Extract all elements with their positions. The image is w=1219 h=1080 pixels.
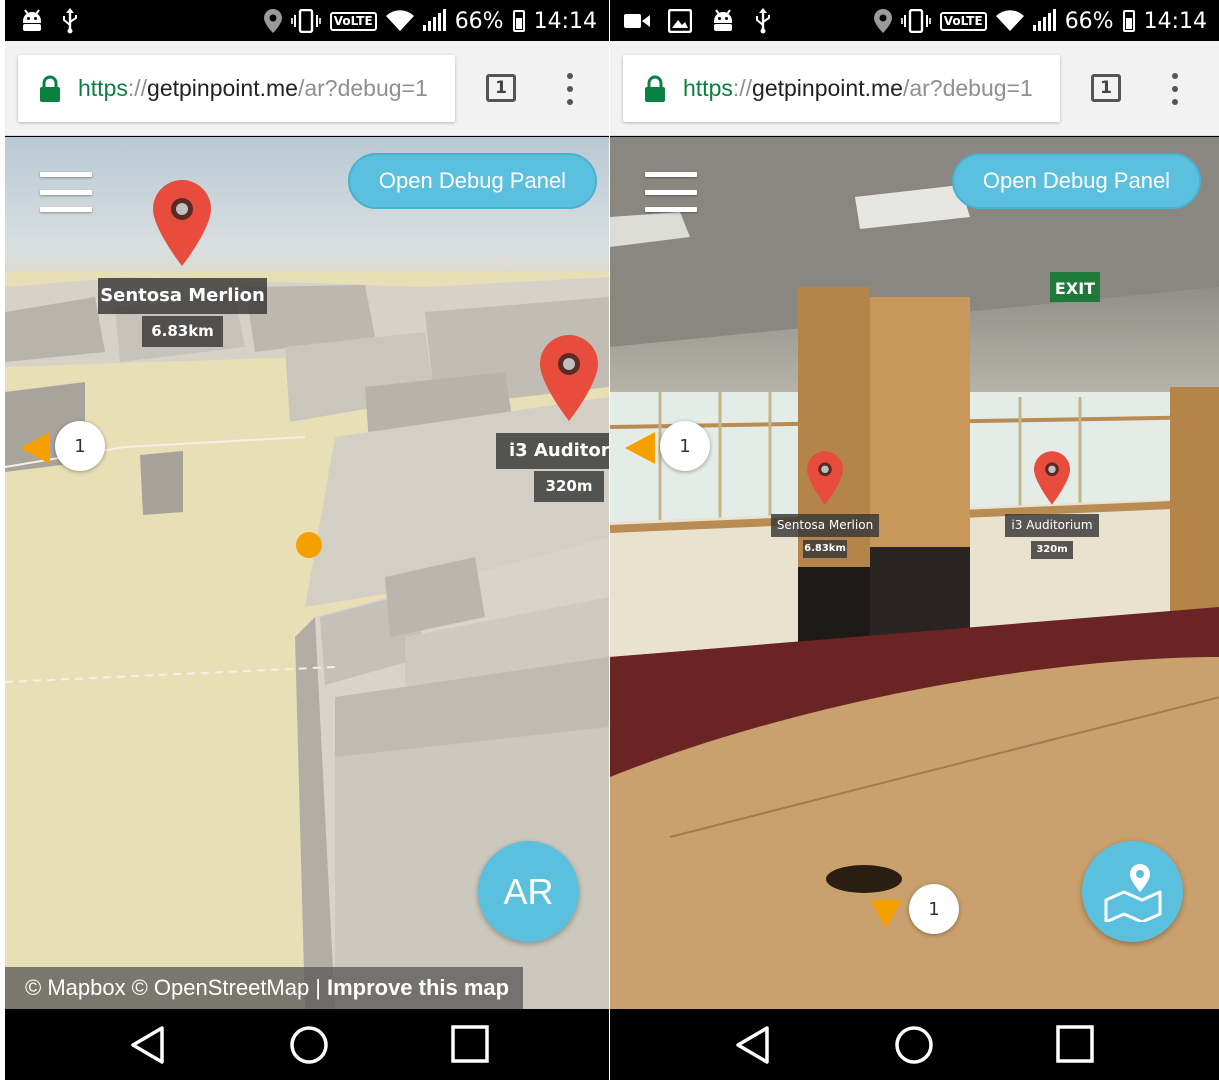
- battery-percent: 66%: [1064, 8, 1114, 34]
- status-bar: VoLTE 66% 14:14: [610, 0, 1219, 41]
- offscreen-count-badge[interactable]: 1: [55, 421, 105, 471]
- offscreen-arrow-down-icon: [870, 900, 902, 928]
- pin-label-distance: 320m: [1031, 541, 1073, 559]
- tab-switcher-button[interactable]: 1: [486, 74, 516, 102]
- back-icon[interactable]: [734, 1025, 772, 1065]
- ar-mode-button[interactable]: AR: [478, 841, 579, 942]
- improve-map-link[interactable]: Improve this map: [327, 975, 509, 1001]
- open-debug-panel-button[interactable]: Open Debug Panel: [348, 153, 597, 209]
- osm-attribution-link[interactable]: © OpenStreetMap: [132, 975, 310, 1001]
- offscreen-arrow-left-icon: [20, 432, 50, 464]
- android-icon: [23, 9, 41, 31]
- url-path: /ar?debug=1: [297, 75, 428, 101]
- pin-label-distance: 320m: [534, 471, 604, 502]
- map-view[interactable]: Open Debug Panel Sentosa Merlion 6.83km …: [5, 137, 609, 1009]
- offscreen-arrow-left-icon: [625, 432, 655, 464]
- more-menu-icon[interactable]: [1170, 73, 1180, 105]
- pin-label-name[interactable]: Sentosa Merlion: [771, 514, 879, 537]
- volte-badge: VoLTE: [939, 11, 987, 31]
- url-bar[interactable]: https://getpinpoint.me/ar?debug=1: [18, 55, 455, 122]
- map-mode-button[interactable]: [1082, 841, 1183, 942]
- url-separator: ://: [732, 75, 753, 101]
- exit-sign-text: EXIT: [1055, 279, 1095, 298]
- back-icon[interactable]: [129, 1025, 167, 1065]
- offscreen-count-badge[interactable]: 1: [660, 421, 710, 471]
- url-scheme: https: [78, 75, 128, 101]
- ar-mode-label: AR: [503, 870, 554, 912]
- map-pin-icon[interactable]: [1034, 451, 1070, 505]
- more-menu-icon[interactable]: [565, 73, 575, 105]
- lock-icon: [40, 75, 60, 102]
- battery-percent: 66%: [454, 8, 504, 34]
- url-bar[interactable]: https://getpinpoint.me/ar?debug=1: [623, 55, 1060, 122]
- pin-label-name[interactable]: Sentosa Merlion: [98, 278, 267, 314]
- menu-button[interactable]: [645, 172, 697, 212]
- clock: 14:14: [533, 8, 597, 34]
- pin-label-distance: 6.83km: [142, 316, 223, 347]
- url-separator: ://: [127, 75, 148, 101]
- phone-screen-map: VoLTE 66% 14:14 https://getpinpoint.me/a…: [5, 0, 609, 1080]
- mapbox-attribution-link[interactable]: © Mapbox: [25, 975, 126, 1001]
- volte-badge: VoLTE: [329, 11, 377, 31]
- recents-icon[interactable]: [1056, 1025, 1094, 1063]
- url-host: getpinpoint.me: [752, 75, 903, 101]
- browser-toolbar: https://getpinpoint.me/ar?debug=1 1: [610, 41, 1219, 136]
- wifi-icon: [995, 10, 1024, 32]
- offscreen-count-badge[interactable]: 1: [909, 884, 959, 934]
- signal-icon: [1032, 9, 1056, 31]
- pin-label-name[interactable]: i3 Auditorium: [1005, 514, 1099, 537]
- open-debug-panel-button[interactable]: Open Debug Panel: [952, 153, 1201, 209]
- recents-icon[interactable]: [451, 1025, 489, 1063]
- map-pin-icon[interactable]: [540, 335, 598, 421]
- url-path: /ar?debug=1: [902, 75, 1033, 101]
- menu-button[interactable]: [40, 172, 92, 212]
- location-icon: [873, 9, 892, 33]
- browser-toolbar: https://getpinpoint.me/ar?debug=1 1: [5, 41, 609, 136]
- url-scheme: https: [683, 75, 733, 101]
- map-pin-icon[interactable]: [807, 451, 843, 505]
- map-pin-icon[interactable]: [153, 180, 211, 266]
- vibrate-icon: [900, 9, 931, 33]
- location-icon: [263, 9, 282, 33]
- tab-switcher-button[interactable]: 1: [1091, 74, 1121, 102]
- battery-icon: [1122, 10, 1135, 32]
- android-nav-bar: [610, 1009, 1219, 1080]
- url-host: getpinpoint.me: [147, 75, 298, 101]
- android-icon: [714, 9, 732, 31]
- url-text: https://getpinpoint.me/ar?debug=1: [78, 75, 428, 102]
- ar-camera-view[interactable]: EXIT Open Debug Panel Sentosa Merlion 6.…: [610, 137, 1219, 1009]
- map-pin-mode-icon: [1104, 863, 1161, 922]
- map-attribution: © Mapbox © OpenStreetMap | Improve this …: [5, 967, 523, 1009]
- pin-label-name[interactable]: i3 Auditoriu: [496, 433, 609, 469]
- home-icon[interactable]: [894, 1025, 934, 1065]
- attribution-separator: |: [315, 975, 321, 1000]
- vibrate-icon: [290, 9, 321, 33]
- lock-icon: [645, 75, 665, 102]
- android-nav-bar: [5, 1009, 609, 1080]
- clock: 14:14: [1143, 8, 1207, 34]
- url-text: https://getpinpoint.me/ar?debug=1: [683, 75, 1033, 102]
- home-icon[interactable]: [289, 1025, 329, 1065]
- phone-screen-ar: VoLTE 66% 14:14 https://getpinpoint.me/a…: [610, 0, 1219, 1080]
- usb-icon: [756, 8, 770, 34]
- wifi-icon: [385, 10, 414, 32]
- usb-icon: [63, 8, 77, 34]
- pin-label-distance: 6.83km: [803, 540, 847, 558]
- battery-icon: [512, 10, 525, 32]
- signal-icon: [422, 9, 446, 31]
- image-icon: [668, 9, 692, 33]
- video-icon: [624, 14, 650, 28]
- status-bar: VoLTE 66% 14:14: [5, 0, 609, 41]
